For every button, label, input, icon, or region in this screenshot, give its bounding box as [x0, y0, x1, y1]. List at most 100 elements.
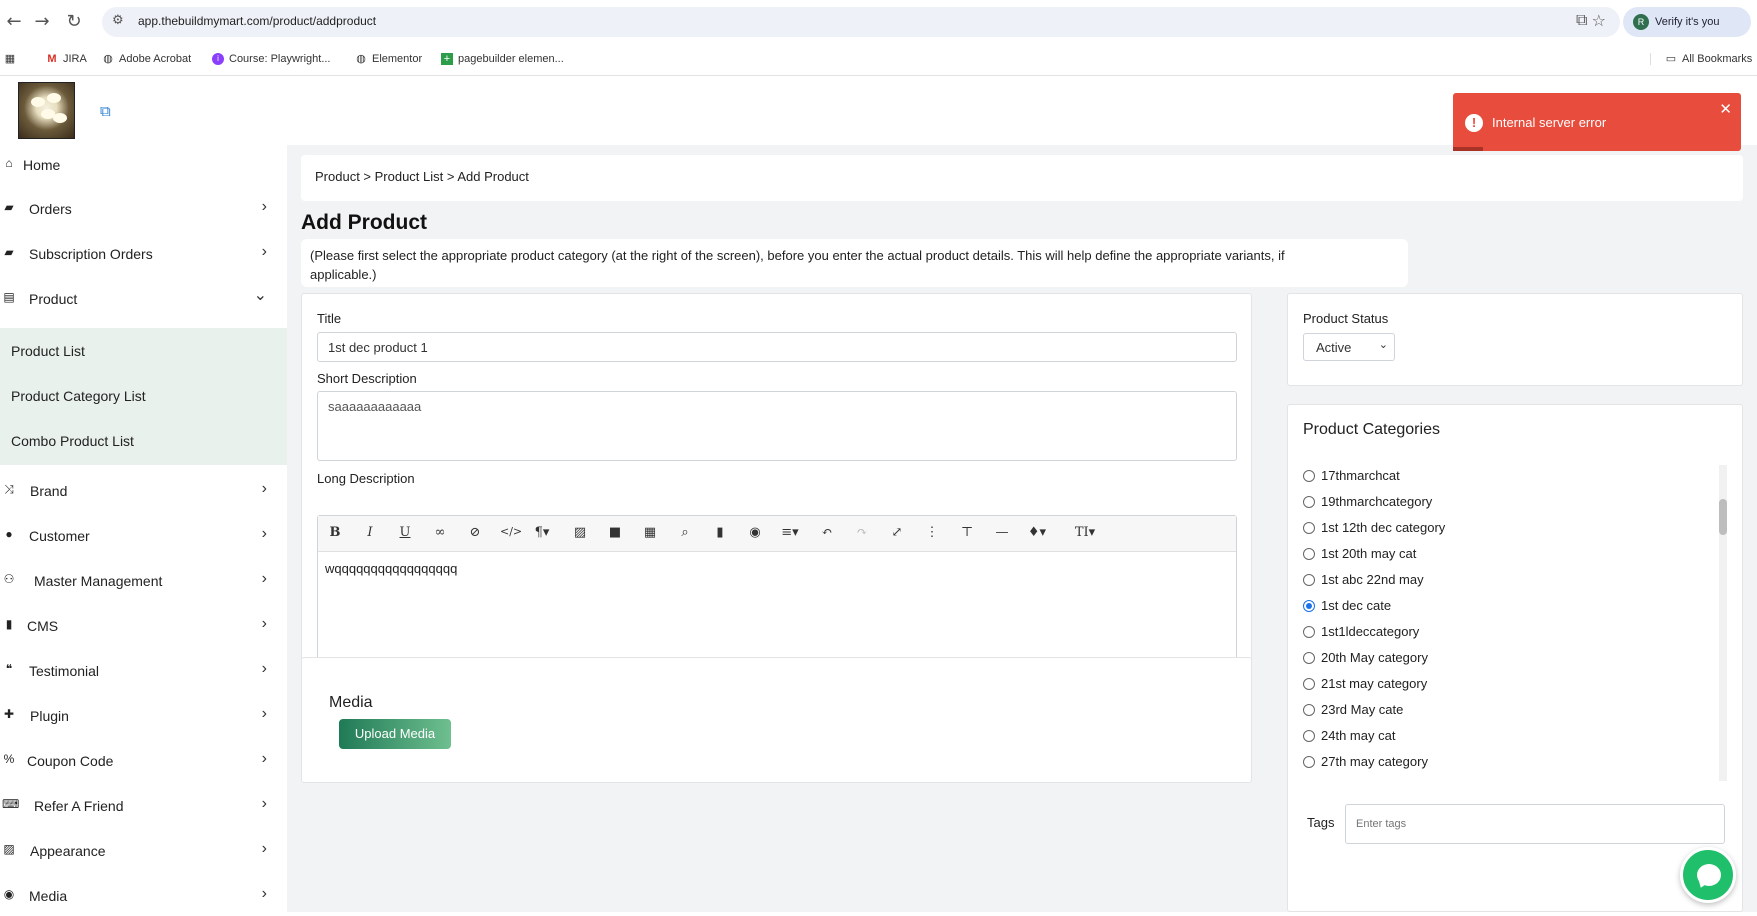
tags-input[interactable]: [1345, 804, 1725, 844]
video-icon[interactable]: ■: [605, 525, 625, 540]
media-heading: Media: [329, 694, 373, 711]
category-scrollbar[interactable]: [1719, 465, 1727, 781]
bookmark-acrobat[interactable]: ◍ Adobe Acrobat: [102, 53, 191, 65]
sidebar-item-plugin[interactable]: ✚ Plugin ›: [0, 696, 287, 736]
apps-grid-icon[interactable]: ▦: [4, 53, 16, 65]
bookmark-pagebuilder[interactable]: + pagebuilder elemen...: [441, 53, 564, 65]
category-radio[interactable]: [1303, 496, 1315, 508]
format-painter-icon[interactable]: ⊤: [957, 525, 977, 540]
back-icon[interactable]: ←: [2, 10, 26, 34]
color-drop-icon[interactable]: ♦▾: [1027, 525, 1047, 540]
site-logo[interactable]: [18, 82, 75, 139]
sidebar-item-testimonial[interactable]: ❝ Testimonial ›: [0, 651, 287, 691]
scrollbar-thumb[interactable]: [1719, 499, 1727, 535]
link-icon[interactable]: ∞: [430, 525, 450, 540]
category-radio[interactable]: [1303, 678, 1315, 690]
underline-icon[interactable]: U: [395, 525, 415, 540]
bag-icon: ▰: [4, 200, 14, 214]
fullscreen-icon[interactable]: ⤢: [887, 525, 907, 540]
extensions-icon[interactable]: ⧉: [1576, 10, 1587, 30]
bookmark-label: pagebuilder elemen...: [458, 53, 564, 65]
chevron-right-icon: ›: [261, 198, 267, 215]
category-radio[interactable]: [1303, 704, 1315, 716]
product-categories-heading: Product Categories: [1303, 421, 1440, 438]
sidebar-item-customer[interactable]: ● Customer ›: [0, 516, 287, 556]
preview-eye-icon[interactable]: ◉: [745, 525, 765, 540]
breadcrumb-card: Product > Product List > Add Product: [301, 155, 1743, 201]
product-submenu: Product List Product Category List Combo…: [0, 328, 287, 465]
category-radio[interactable]: [1303, 574, 1315, 586]
browser-toolbar: ← → ↻ ⚙ app.thebuildmymart.com/product/a…: [0, 0, 1757, 44]
category-radio[interactable]: [1303, 730, 1315, 742]
box-icon: ▤: [3, 290, 15, 304]
unlink-icon[interactable]: ⊘: [465, 525, 485, 540]
category-radio[interactable]: [1303, 522, 1315, 534]
title-input[interactable]: 1st dec product 1: [317, 332, 1237, 362]
editor-content[interactable]: wqqqqqqqqqqqqqqqqq: [325, 561, 457, 576]
font-size-icon[interactable]: TI▾: [1068, 525, 1102, 540]
close-icon[interactable]: ✕: [1719, 100, 1732, 118]
sidebar-item-cms[interactable]: ▮ CMS ›: [0, 606, 287, 646]
users-cog-icon: ⚇: [3, 572, 15, 586]
sidebar-item-appearance[interactable]: ▨ Appearance ›: [0, 831, 287, 871]
category-label: 1st dec cate: [1321, 598, 1392, 613]
main-content: Product > Product List > Add Product Add…: [287, 145, 1757, 912]
table-icon[interactable]: ▦: [640, 525, 660, 540]
redo-icon[interactable]: ↷: [852, 525, 872, 540]
bookmark-course[interactable]: i Course: Playwright...: [212, 53, 330, 65]
bookmark-jira[interactable]: M JIRA: [46, 53, 86, 65]
sidebar-item-label: Product: [29, 291, 78, 307]
submenu-product-category-list[interactable]: Product Category List: [11, 388, 146, 404]
reload-icon[interactable]: ↻: [62, 10, 86, 34]
italic-icon[interactable]: I: [360, 525, 380, 540]
address-bar[interactable]: ⚙ app.thebuildmymart.com/product/addprod…: [102, 7, 1620, 37]
gmail-icon: M: [47, 53, 57, 65]
sidebar-item-coupon-code[interactable]: % Coupon Code ›: [0, 741, 287, 781]
site-settings-icon[interactable]: ⚙: [112, 13, 124, 28]
sidebar-item-orders[interactable]: ▰ Orders ›: [0, 189, 287, 229]
file-icon[interactable]: ▮: [710, 525, 730, 540]
external-link-icon[interactable]: ⧉: [100, 102, 111, 120]
all-bookmarks[interactable]: ▭ All Bookmarks: [1650, 53, 1752, 65]
forward-icon[interactable]: →: [30, 10, 54, 34]
sidebar-item-label: Media: [29, 888, 68, 904]
code-icon[interactable]: </>: [500, 525, 522, 538]
product-status-select[interactable]: Active ⌄: [1303, 333, 1395, 361]
image-insert-icon[interactable]: ▨: [570, 525, 590, 540]
sidebar-item-subscription-orders[interactable]: ▰ Subscription Orders ›: [0, 234, 287, 274]
category-radio[interactable]: [1303, 626, 1315, 638]
bookmark-elementor[interactable]: ◍ Elementor: [355, 53, 422, 65]
sidebar-item-label: Master Management: [34, 573, 163, 589]
breadcrumb[interactable]: Product > Product List > Add Product: [315, 169, 529, 184]
paragraph-icon[interactable]: ¶▾: [532, 525, 552, 540]
sidebar-item-product[interactable]: ▤ Product ⌄: [0, 279, 287, 319]
more-icon[interactable]: ⋮: [922, 525, 942, 540]
profile-button[interactable]: R Verify it's you: [1623, 7, 1751, 37]
category-radio[interactable]: [1303, 548, 1315, 560]
sidebar-item-media[interactable]: ◉ Media ›: [0, 876, 287, 916]
chat-button[interactable]: [1680, 847, 1736, 903]
sidebar-item-brand[interactable]: ⤨ Brand ›: [0, 471, 287, 511]
bookmark-star-icon[interactable]: ☆: [1592, 11, 1606, 30]
all-bookmarks-label: All Bookmarks: [1682, 53, 1753, 65]
bookmark-label: Course: Playwright...: [229, 53, 331, 65]
upload-media-button[interactable]: Upload Media: [339, 719, 451, 749]
category-radio-selected[interactable]: [1303, 600, 1315, 612]
short-description-textarea[interactable]: saaaaaaaaaaaa: [317, 391, 1237, 461]
sidebar-item-home[interactable]: ⌂ Home: [0, 145, 287, 185]
sidebar-item-master-management[interactable]: ⚇ Master Management ›: [0, 561, 287, 601]
chevron-down-icon: ⌄: [253, 287, 267, 304]
align-icon[interactable]: ≡▾: [780, 525, 800, 540]
category-radio[interactable]: [1303, 756, 1315, 768]
category-radio[interactable]: [1303, 470, 1315, 482]
submenu-combo-product-list[interactable]: Combo Product List: [11, 433, 134, 449]
horizontal-rule-icon[interactable]: —: [992, 525, 1012, 540]
product-status-label: Product Status: [1303, 311, 1389, 326]
profile-label: Verify it's you: [1655, 16, 1720, 28]
sidebar-item-refer-a-friend[interactable]: ⌨ Refer A Friend ›: [0, 786, 287, 826]
submenu-product-list[interactable]: Product List: [11, 343, 85, 359]
category-radio[interactable]: [1303, 652, 1315, 664]
undo-icon[interactable]: ↶: [817, 525, 837, 540]
bold-icon[interactable]: B: [325, 525, 345, 540]
search-icon[interactable]: ⌕: [675, 525, 695, 540]
